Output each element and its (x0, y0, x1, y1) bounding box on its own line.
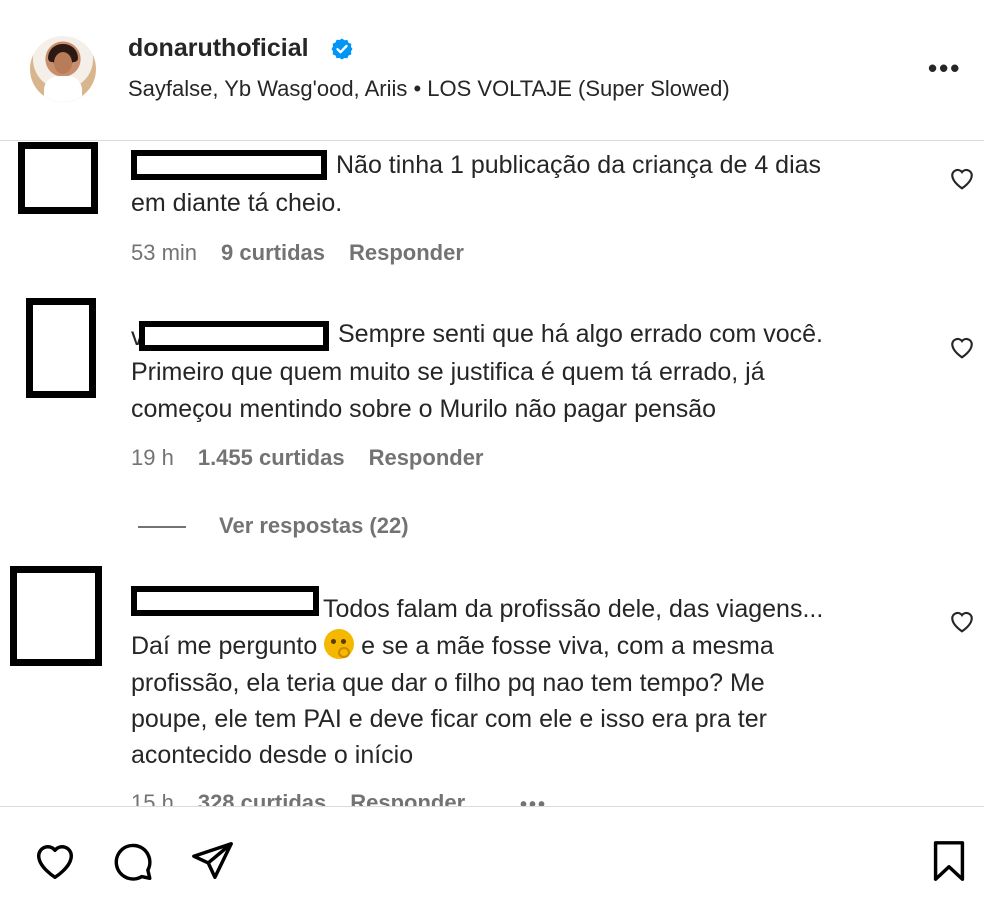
comment-text-line: Daí me pergunto e se a mãe fosse viva, c… (131, 627, 774, 665)
emoji-hand (338, 647, 351, 658)
comment-text: Sempre senti que há algo errado com você… (338, 320, 823, 348)
redacted-username (139, 321, 329, 351)
redacted-avatar (18, 142, 98, 214)
comment-text: Todos falam da profissão dele, das viage… (323, 595, 824, 623)
heart-icon[interactable] (949, 166, 975, 190)
send-icon[interactable] (190, 838, 236, 884)
divider (0, 140, 984, 141)
username[interactable]: donaruthoficial (128, 34, 309, 63)
comment-meta: 53 min 9 curtidas Responder (131, 240, 464, 266)
divider (0, 806, 984, 807)
view-replies-button[interactable]: Ver respostas (22) (219, 513, 409, 539)
comment-likes[interactable]: 328 curtidas (198, 790, 326, 806)
comment-text: acontecido desde o início (131, 741, 414, 769)
replies-divider-line (138, 526, 186, 528)
redacted-avatar (10, 566, 102, 666)
comment-text: em diante tá cheio. (131, 189, 343, 217)
comment-time: 19 h (131, 445, 174, 470)
comment-text: profissão, ela teria que dar o filho pq … (131, 669, 765, 697)
redacted-username (131, 150, 327, 180)
comment-text: poupe, ele tem PAI e deve ficar com ele … (131, 705, 767, 733)
thinking-face-icon (324, 629, 355, 659)
comment-likes[interactable]: 1.455 curtidas (198, 445, 345, 471)
comment-meta: 15 h 328 curtidas Responder (131, 790, 465, 806)
comment-time: 15 h (131, 790, 174, 806)
comment-text: Não tinha 1 publicação da criança de 4 d… (336, 151, 822, 179)
verified-badge-icon (331, 38, 353, 60)
comment-text: começou mentindo sobre o Murilo não paga… (131, 395, 717, 423)
avatar[interactable] (30, 36, 96, 102)
avatar-face (54, 52, 72, 74)
more-options-button[interactable]: ••• (928, 55, 964, 81)
comment-text: Primeiro que quem muito se justifica é q… (131, 358, 765, 386)
music-info[interactable]: Sayfalse, Yb Wasg'ood, Ariis • LOS VOLTA… (128, 76, 730, 102)
comment-likes[interactable]: 9 curtidas (221, 240, 325, 266)
comment-text: Daí me pergunto (131, 632, 318, 660)
avatar-shirt (44, 76, 82, 102)
reply-button[interactable]: Responder (349, 240, 464, 266)
comment-text: e se a mãe fosse viva, com a mesma (361, 632, 774, 660)
heart-icon[interactable] (949, 335, 975, 359)
redacted-avatar (26, 298, 96, 398)
heart-icon[interactable] (32, 838, 78, 884)
heart-icon[interactable] (949, 609, 975, 633)
post-header: donaruthoficial Sayfalse, Yb Wasg'ood, A… (0, 0, 984, 140)
comment-icon[interactable] (110, 838, 156, 884)
reply-button[interactable]: Responder (350, 790, 465, 806)
comment-time: 53 min (131, 240, 198, 265)
reply-button[interactable]: Responder (369, 445, 484, 471)
comment-meta: 19 h 1.455 curtidas Responder (131, 445, 484, 471)
bookmark-icon[interactable] (926, 838, 972, 884)
redacted-username (131, 586, 319, 616)
